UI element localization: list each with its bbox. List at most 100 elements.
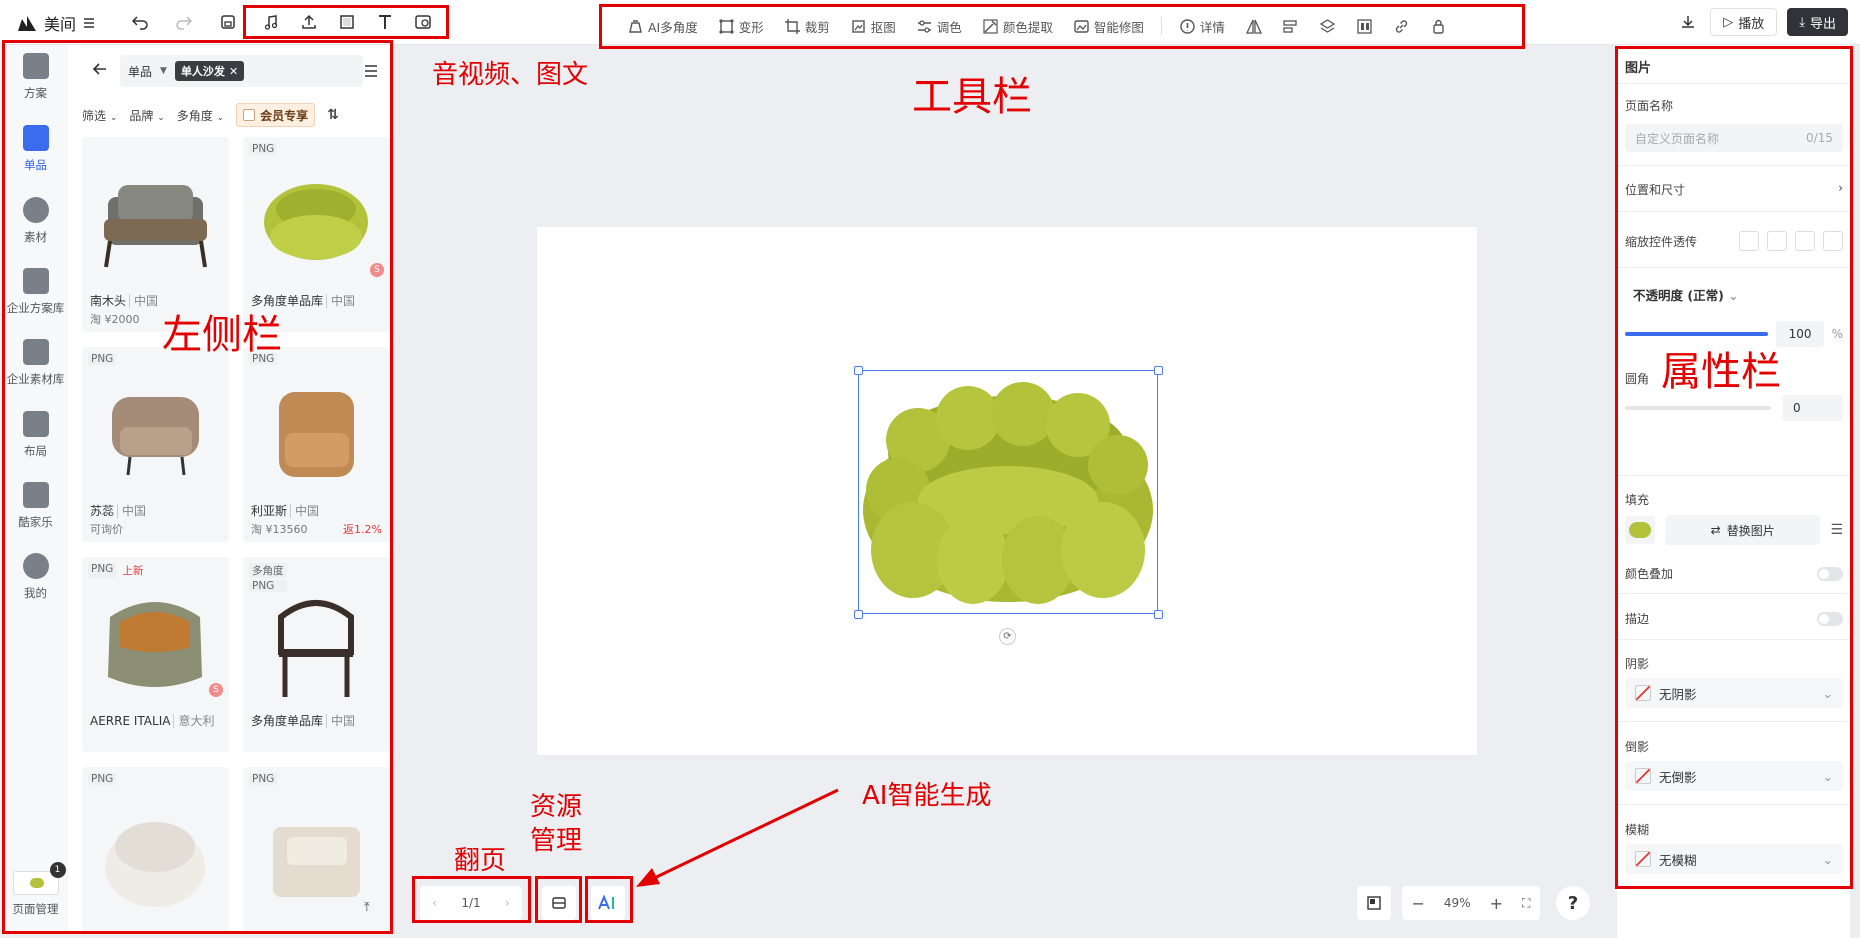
product-card[interactable]: PNG 利亚斯 中国 淘 ¥13560 返1.2% bbox=[243, 347, 390, 542]
rail-item-mine[interactable]: 我的 bbox=[3, 553, 68, 601]
rotate-icon[interactable]: ⟳ bbox=[999, 628, 1016, 645]
page-name-field[interactable]: 自定义页面名称 0/15 bbox=[1625, 124, 1843, 152]
resize-handle[interactable] bbox=[854, 366, 863, 375]
overlay-label: 颜色叠加 bbox=[1625, 567, 1674, 581]
category-select[interactable]: 单品 bbox=[128, 63, 152, 80]
reflection-select[interactable]: 无倒影 ⌄ bbox=[1625, 761, 1843, 791]
toolbar-divider bbox=[1160, 17, 1162, 35]
undo-icon[interactable] bbox=[128, 10, 152, 34]
filter-all[interactable]: 筛选 ⌄ bbox=[82, 107, 117, 124]
tool-info[interactable]: 详情 bbox=[1170, 12, 1234, 40]
logo-icon bbox=[18, 16, 36, 31]
help-button[interactable]: ? bbox=[1556, 886, 1590, 920]
filter-label: 品牌 bbox=[129, 108, 154, 123]
resize-handle[interactable] bbox=[1154, 366, 1163, 375]
member-only-checkbox[interactable]: 会员专享 bbox=[236, 103, 316, 127]
rail-item-plan[interactable]: 方案 bbox=[3, 53, 68, 101]
brand[interactable]: 美间 bbox=[16, 11, 96, 35]
search-input[interactable]: 单品 ▼ 单人沙发 ✕ bbox=[120, 55, 363, 87]
fill-thumbnail[interactable] bbox=[1625, 516, 1655, 544]
opacity-mode-select[interactable]: 不透明度 (正常) ⌄ bbox=[1625, 285, 1843, 304]
rail-item-product[interactable]: 单品 bbox=[3, 125, 68, 173]
layer-button[interactable] bbox=[1310, 12, 1345, 40]
product-card[interactable]: PNG 上新 S AERRE ITALIA 意大利 bbox=[82, 557, 229, 752]
back-to-top-icon[interactable]: ⤒ bbox=[364, 900, 370, 915]
opacity-value[interactable]: 100 bbox=[1776, 321, 1824, 347]
tool-transform[interactable]: 变形 bbox=[709, 12, 773, 40]
filter-bar: 筛选 ⌄ 品牌 ⌄ 多角度 ⌄ 会员专享 ⇅ bbox=[82, 103, 339, 127]
play-button[interactable]: ▷ 播放 bbox=[1710, 8, 1778, 36]
filter-multi-angle[interactable]: 多角度 ⌄ bbox=[177, 107, 224, 124]
product-card[interactable]: PNG bbox=[82, 767, 229, 931]
tool-ai-angle[interactable]: AI多角度 bbox=[618, 12, 707, 40]
back-arrow-icon[interactable] bbox=[88, 57, 112, 81]
page-manager-button[interactable]: 1 页面管理 bbox=[3, 862, 68, 917]
shape-icon[interactable] bbox=[335, 10, 359, 34]
menu-icon[interactable] bbox=[82, 16, 96, 30]
layout-icon bbox=[22, 411, 49, 437]
redo-icon[interactable] bbox=[172, 10, 196, 34]
ai-generate-button[interactable] bbox=[591, 886, 625, 920]
chevron-left-icon[interactable]: ‹ bbox=[432, 896, 437, 910]
close-icon[interactable]: ✕ bbox=[229, 65, 238, 78]
anchor-bottom-icon[interactable] bbox=[1767, 231, 1787, 251]
image-text-icon[interactable] bbox=[411, 10, 435, 34]
list-view-icon[interactable] bbox=[359, 59, 383, 83]
rail-item-layout[interactable]: 布局 bbox=[3, 411, 68, 459]
radius-value[interactable]: 0 bbox=[1783, 395, 1843, 421]
tool-smart-retouch[interactable]: 智能修图 bbox=[1064, 12, 1153, 40]
resize-handle[interactable] bbox=[854, 610, 863, 619]
product-name: 南木头 中国 bbox=[90, 292, 159, 309]
anchor-left-icon[interactable] bbox=[1795, 231, 1815, 251]
tool-color-picker[interactable]: 颜色提取 bbox=[973, 12, 1062, 40]
rail-item-enterprise-material[interactable]: 企业素材库 bbox=[3, 339, 68, 387]
stroke-toggle[interactable] bbox=[1817, 611, 1843, 626]
align-button[interactable] bbox=[1273, 12, 1308, 40]
save-icon[interactable] bbox=[216, 10, 240, 34]
text-icon[interactable] bbox=[373, 10, 397, 34]
filter-brand[interactable]: 品牌 ⌄ bbox=[129, 107, 164, 124]
download-icon[interactable] bbox=[1676, 10, 1700, 34]
product-card[interactable]: PNG 苏蕊 中国 可询价 bbox=[82, 347, 229, 542]
rail-item-enterprise-plan[interactable]: 企业方案库 bbox=[3, 268, 68, 316]
upload-icon[interactable] bbox=[297, 10, 321, 34]
product-card[interactable]: 多角度 PNG 多角度单品库 中国 bbox=[243, 557, 390, 752]
material-icon bbox=[22, 197, 49, 223]
fit-screen-icon[interactable]: ⛶ bbox=[1522, 896, 1530, 911]
sort-icon[interactable]: ⇅ bbox=[327, 107, 339, 123]
search-tag[interactable]: 单人沙发 ✕ bbox=[174, 61, 245, 81]
shadow-select[interactable]: 无阴影 ⌄ bbox=[1625, 678, 1843, 708]
chevron-right-icon[interactable]: › bbox=[505, 896, 510, 910]
selection-box[interactable] bbox=[858, 370, 1158, 614]
rail-item-kujiale[interactable]: 酷家乐 bbox=[3, 482, 68, 530]
tool-cutout[interactable]: 抠图 bbox=[841, 12, 905, 40]
replace-image-button[interactable]: ⇄ 替换图片 bbox=[1665, 515, 1821, 545]
music-icon[interactable] bbox=[259, 10, 283, 34]
color-overlay-toggle[interactable] bbox=[1817, 566, 1843, 581]
image-settings-icon[interactable]: ☰ bbox=[1830, 522, 1843, 538]
zoom-out-icon[interactable]: − bbox=[1412, 894, 1425, 913]
minimap-button[interactable] bbox=[1357, 886, 1391, 920]
chevron-down-icon: ⌄ bbox=[216, 112, 225, 123]
flip-button[interactable] bbox=[1236, 12, 1271, 40]
tool-adjust-color[interactable]: 调色 bbox=[907, 12, 971, 40]
anchor-top-icon[interactable] bbox=[1739, 231, 1759, 251]
position-size-row[interactable]: 位置和尺寸 › bbox=[1625, 181, 1843, 198]
lock-button[interactable] bbox=[1421, 12, 1456, 40]
group-button[interactable] bbox=[1347, 12, 1382, 40]
opacity-slider[interactable] bbox=[1625, 332, 1769, 336]
resource-manager-button[interactable] bbox=[542, 886, 576, 920]
resize-handle[interactable] bbox=[1154, 610, 1163, 619]
rail-item-material[interactable]: 素材 bbox=[3, 197, 68, 245]
radius-slider[interactable] bbox=[1625, 406, 1771, 410]
color-overlay-row: 颜色叠加 bbox=[1625, 565, 1843, 582]
divider bbox=[1617, 165, 1850, 166]
link-button[interactable] bbox=[1384, 12, 1419, 40]
export-button[interactable]: ⤓ 导出 bbox=[1787, 8, 1848, 36]
tool-crop[interactable]: 裁剪 bbox=[775, 12, 839, 40]
blur-select[interactable]: 无模糊 ⌄ bbox=[1625, 844, 1843, 874]
zoom-in-icon[interactable]: + bbox=[1490, 894, 1503, 913]
search-tag-label: 单人沙发 bbox=[180, 65, 225, 78]
rail-label: 企业方案库 bbox=[6, 301, 65, 315]
anchor-right-icon[interactable] bbox=[1823, 231, 1843, 251]
